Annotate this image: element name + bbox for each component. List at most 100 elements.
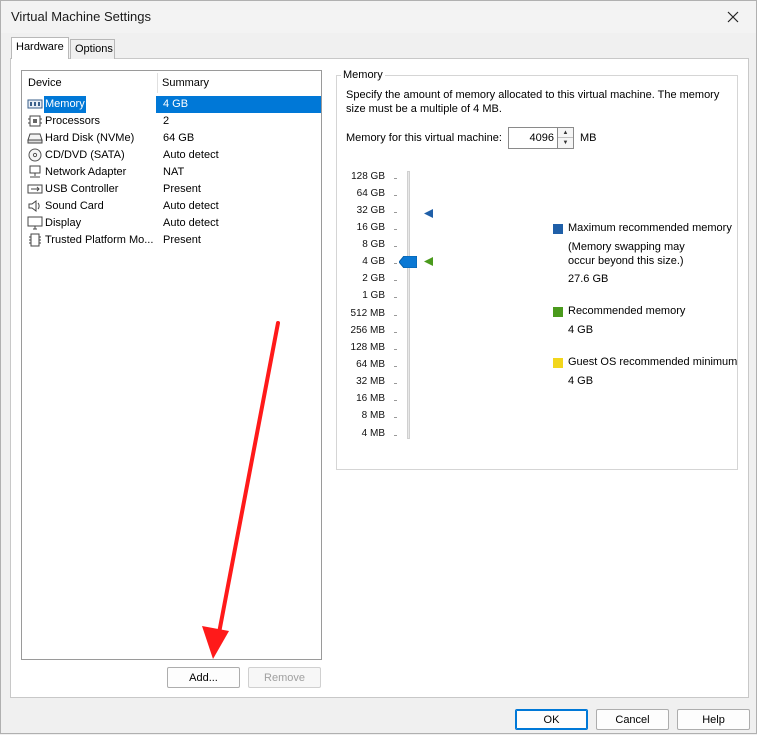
ok-button[interactable]: OK <box>515 709 588 730</box>
column-header-summary[interactable]: Summary <box>162 77 209 89</box>
max-recommended-title: Maximum recommended memory <box>568 222 732 234</box>
device-name: Sound Card <box>45 200 104 212</box>
dialog-button-bar: OK Cancel Help <box>1 701 756 734</box>
device-name: Network Adapter <box>45 166 127 178</box>
device-row-usb-controller[interactable]: USB Controller Present <box>25 181 321 198</box>
memory-slider-track[interactable] <box>407 171 410 439</box>
memory-size-input[interactable] <box>508 127 558 149</box>
usb-icon <box>27 184 43 194</box>
close-button[interactable] <box>710 1 756 33</box>
device-list[interactable]: Device Summary Memory 4 GB Processors 2 … <box>21 70 322 660</box>
memory-slider-thumb[interactable] <box>399 256 417 268</box>
scale-label: 1 GB <box>362 290 385 301</box>
memory-spinner: ▲ ▼ <box>557 127 574 149</box>
scale-label: 32 MB <box>356 376 385 387</box>
scale-label: 4 MB <box>361 428 385 439</box>
spin-down-button[interactable]: ▼ <box>558 138 573 148</box>
device-row-hard-disk[interactable]: Hard Disk (NVMe) 64 GB <box>25 130 321 147</box>
scale-tick <box>394 178 397 179</box>
device-row-network-adapter[interactable]: Network Adapter NAT <box>25 164 321 181</box>
spin-up-button[interactable]: ▲ <box>558 128 573 138</box>
memory-icon <box>27 99 43 109</box>
scale-label: 512 MB <box>350 308 385 319</box>
max-recommended-note-line1: (Memory swapping may <box>568 241 685 253</box>
device-name: USB Controller <box>45 183 119 195</box>
recommended-value: 4 GB <box>568 324 594 336</box>
device-row-sound-card[interactable]: Sound Card Auto detect <box>25 198 321 215</box>
device-name: Display <box>45 217 82 229</box>
device-name: Trusted Platform Mo... <box>45 234 154 246</box>
max-recommended-swatch <box>553 224 563 234</box>
tpm-icon <box>29 233 41 247</box>
max-recommended-marker-icon <box>424 209 433 218</box>
scale-tick <box>394 297 397 298</box>
scale-label: 64 GB <box>356 188 385 199</box>
scale-tick <box>394 435 397 436</box>
cancel-button[interactable]: Cancel <box>596 709 669 730</box>
scale-label: 128 GB <box>351 171 385 182</box>
memory-description: Specify the amount of memory allocated t… <box>346 89 720 115</box>
device-name: Processors <box>45 115 101 127</box>
scale-label: 8 MB <box>361 410 385 421</box>
scale-label: 8 GB <box>362 239 385 250</box>
tab-hardware-label: Hardware <box>16 41 64 53</box>
tab-hardware[interactable]: Hardware <box>11 37 69 59</box>
scale-label: 32 GB <box>356 205 385 216</box>
sound-card-icon <box>28 200 40 212</box>
add-device-button[interactable]: Add... <box>167 667 240 688</box>
guest-min-title: Guest OS recommended minimum <box>568 356 738 368</box>
device-summary: 4 GB <box>163 98 189 110</box>
vm-settings-window: Virtual Machine Settings Hardware Option… <box>0 0 757 734</box>
scale-label: 64 MB <box>356 359 385 370</box>
column-separator[interactable] <box>157 73 158 93</box>
tab-options-label: Options <box>75 43 113 55</box>
device-summary: Present <box>163 234 201 246</box>
device-summary: NAT <box>163 166 185 178</box>
device-row-processors[interactable]: Processors 2 <box>25 113 321 130</box>
scale-tick <box>394 400 397 401</box>
memory-group-title: Memory <box>341 69 385 81</box>
scale-label: 2 GB <box>362 273 385 284</box>
scale-label: 16 MB <box>356 393 385 404</box>
close-icon <box>727 11 739 23</box>
recommended-swatch <box>553 307 563 317</box>
guest-min-swatch <box>553 358 563 368</box>
device-list-header: Device Summary <box>22 71 321 95</box>
device-row-memory[interactable]: Memory 4 GB <box>25 96 321 113</box>
scale-tick <box>394 417 397 418</box>
scale-label: 128 MB <box>350 342 385 353</box>
column-header-device[interactable]: Device <box>28 77 62 89</box>
device-name: CD/DVD (SATA) <box>45 149 125 161</box>
scale-tick <box>394 315 397 316</box>
recommended-marker-icon <box>424 257 433 266</box>
memory-field-label: Memory for this virtual machine: <box>346 132 502 144</box>
title-bar: Virtual Machine Settings <box>1 1 756 33</box>
help-button[interactable]: Help <box>677 709 750 730</box>
device-row-tpm[interactable]: Trusted Platform Mo... Present <box>25 232 321 249</box>
cd-dvd-icon <box>28 148 42 162</box>
device-summary: 2 <box>163 115 170 127</box>
scale-tick <box>394 349 397 350</box>
device-name: Memory <box>44 96 86 113</box>
tab-options[interactable]: Options <box>70 39 115 59</box>
device-row-cd-dvd[interactable]: CD/DVD (SATA) Auto detect <box>25 147 321 164</box>
device-row-display[interactable]: Display Auto detect <box>25 215 321 232</box>
remove-device-button[interactable]: Remove <box>248 667 321 688</box>
scale-tick <box>394 280 397 281</box>
guest-min-value: 4 GB <box>568 375 594 387</box>
recommended-title: Recommended memory <box>568 305 686 317</box>
device-summary: Auto detect <box>163 217 219 229</box>
scale-label: 4 GB <box>362 256 385 267</box>
scale-label: 16 GB <box>356 222 385 233</box>
scale-tick <box>394 229 397 230</box>
scale-label: 256 MB <box>350 325 385 336</box>
device-summary: 64 GB <box>163 132 195 144</box>
display-icon <box>27 216 43 230</box>
hard-disk-icon <box>27 133 43 144</box>
device-summary: Auto detect <box>163 149 219 161</box>
memory-unit: MB <box>580 132 597 144</box>
device-name: Hard Disk (NVMe) <box>45 132 135 144</box>
scale-tick <box>394 383 397 384</box>
scale-tick <box>394 263 397 264</box>
max-recommended-note-line2: occur beyond this size.) <box>568 255 684 267</box>
